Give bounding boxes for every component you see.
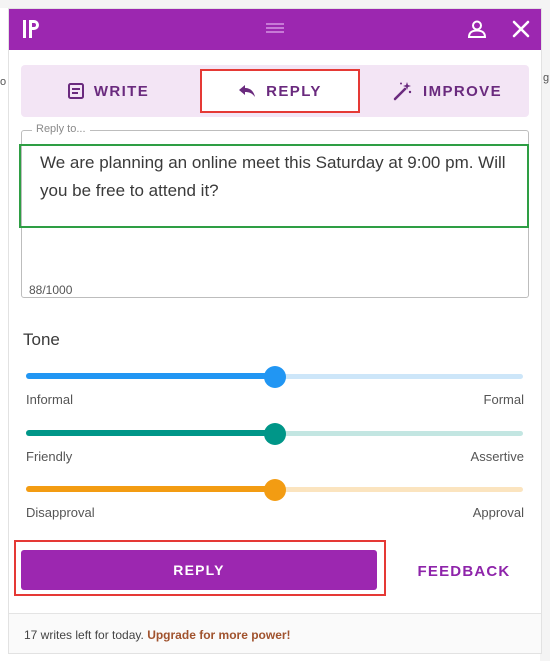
formality-slider-thumb[interactable] — [263, 366, 286, 388]
formality-left-label: Informal — [26, 392, 73, 407]
tab-write-label: WRITE — [93, 82, 150, 100]
upgrade-link[interactable]: Upgrade for more power! — [147, 628, 290, 642]
assertiveness-slider-thumb[interactable] — [263, 423, 286, 445]
document-icon — [67, 83, 84, 99]
reply-button[interactable]: REPLY — [21, 550, 377, 590]
tab-improve[interactable]: IMPROVE — [366, 65, 529, 117]
tone-heading: Tone — [23, 330, 60, 349]
char-count: 88/1000 — [29, 283, 73, 297]
mode-tabs: WRITE REPLY IMPROVE — [21, 65, 529, 117]
writes-left-text: 17 writes left for today. — [24, 628, 144, 642]
logo-icon — [23, 20, 39, 38]
assertiveness-left-label: Friendly — [26, 449, 73, 464]
footer-bar: 17 writes left for today. Upgrade for mo… — [9, 613, 541, 653]
approval-left-label: Disapproval — [26, 505, 95, 520]
background-edge — [0, 0, 550, 8]
drag-handle-icon[interactable] — [266, 23, 284, 35]
approval-right-label: Approval — [472, 505, 524, 520]
close-icon[interactable] — [511, 19, 531, 39]
background-text-right: g — [543, 72, 550, 84]
assertiveness-right-label: Assertive — [470, 449, 524, 464]
feedback-button[interactable]: FEEDBACK — [404, 556, 524, 586]
assertiveness-slider[interactable] — [26, 423, 523, 445]
approval-slider-thumb[interactable] — [263, 479, 286, 501]
user-icon[interactable] — [467, 19, 487, 39]
footer-message: 17 writes left for today. Upgrade for mo… — [24, 628, 291, 642]
reply-to-field[interactable]: Reply to... We are planning an online me… — [19, 123, 529, 298]
tab-reply-label: REPLY — [266, 82, 322, 100]
approval-slider[interactable] — [26, 479, 523, 501]
tab-improve-label: IMPROVE — [423, 82, 502, 100]
magic-wand-icon — [393, 82, 412, 101]
reply-arrow-icon — [239, 85, 256, 97]
header-bar — [9, 9, 541, 50]
formality-slider[interactable] — [26, 366, 523, 388]
tab-reply[interactable]: REPLY — [200, 69, 360, 113]
background-text-left: o — [0, 76, 7, 88]
reply-to-legend: Reply to... — [32, 123, 90, 135]
reply-to-text[interactable]: We are planning an online meet this Satu… — [40, 149, 520, 205]
tab-write[interactable]: WRITE — [21, 65, 196, 117]
formality-right-label: Formal — [483, 392, 524, 407]
assistant-panel: WRITE REPLY IMPROVE Reply to... We are p… — [8, 8, 542, 654]
